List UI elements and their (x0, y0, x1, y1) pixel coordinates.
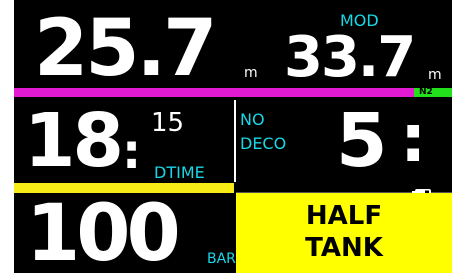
depth-value: 25.7 (34, 4, 217, 94)
dive-computer-screen: 25.7 m MOD 33.7 m N2 18 : 15 DTIME NO DE… (14, 0, 452, 273)
depth-unit: m (244, 65, 258, 81)
deco-status-line1: NO (240, 110, 265, 129)
gas-label: N2 (419, 87, 433, 97)
deco-value: 5 (336, 98, 388, 184)
dive-time-seconds: 15 (151, 108, 185, 138)
dive-time-colon: : (122, 124, 142, 180)
deco-status-line2: DECO (240, 134, 287, 153)
half-tank-alert: HALF TANK (236, 193, 452, 273)
tank-pressure: 100 (26, 189, 181, 273)
deco-colon: : (400, 100, 427, 177)
dive-time-label: DTIME (154, 163, 205, 182)
gas-indicator: N2 (414, 88, 452, 97)
alert-line1: HALF (305, 201, 383, 231)
alert-line2: TANK (305, 233, 383, 263)
mod-value: 33.7 (284, 25, 416, 90)
mod-unit: m (428, 67, 442, 83)
dive-time-minutes: 18 (24, 98, 124, 184)
middle-divider (234, 100, 236, 182)
battery-icon (411, 183, 433, 197)
gas-bar (14, 88, 452, 97)
tank-pressure-unit: BAR (207, 251, 236, 267)
